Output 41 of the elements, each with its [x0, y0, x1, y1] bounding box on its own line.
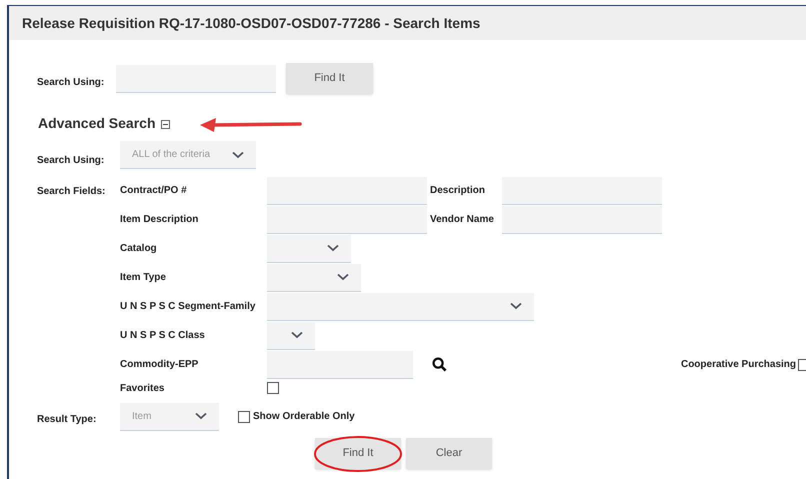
- field-label: Catalog: [120, 242, 158, 256]
- field-label: Search Using:: [37, 155, 104, 166]
- chevron-down-icon: [337, 273, 349, 281]
- field-label: Description: [429, 184, 486, 198]
- clear-button[interactable]: Clear: [406, 438, 492, 469]
- find-it-button[interactable]: Find It: [315, 438, 401, 469]
- chevron-down-icon: [327, 244, 339, 252]
- window-title: Release Requisition RQ-17-1080-OSD07-OSD07-77286 - Search Items: [22, 14, 480, 33]
- field-label: U N S P S C Class: [120, 329, 206, 343]
- field-label: Search Fields:: [37, 186, 106, 197]
- chevron-down-icon: [291, 331, 303, 339]
- dropdown[interactable]: [267, 234, 351, 262]
- search-icon[interactable]: [432, 357, 447, 372]
- text-field[interactable]: [267, 176, 427, 204]
- field-label: Commodity-EPP: [120, 358, 200, 372]
- checkbox[interactable]: [238, 410, 250, 422]
- dropdown[interactable]: [267, 264, 361, 292]
- field-label: Contract/PO #: [120, 184, 188, 198]
- field-label: Item Description: [120, 213, 200, 227]
- field-label: Cooperative Purchasing: [680, 358, 796, 372]
- chevron-down-icon: [232, 150, 244, 158]
- checkbox[interactable]: [267, 382, 279, 394]
- text-field[interactable]: [116, 64, 276, 92]
- dropdown[interactable]: [267, 322, 315, 350]
- field-label: Result Type:: [37, 414, 96, 425]
- dropdown[interactable]: [267, 292, 534, 320]
- field-label: Vendor Name: [429, 213, 495, 227]
- text-field[interactable]: [267, 206, 427, 234]
- text-field[interactable]: [267, 350, 413, 378]
- field-label: U N S P S C Segment-Family: [120, 300, 256, 314]
- section-heading: Advanced Search: [38, 114, 156, 132]
- chevron-down-icon: [195, 412, 207, 420]
- field-label: Search Using:: [37, 77, 104, 88]
- field-label: Item Type: [120, 271, 167, 285]
- find-it-button[interactable]: Find It: [286, 63, 373, 94]
- collapse-icon[interactable]: [160, 120, 170, 129]
- text-field[interactable]: [502, 206, 662, 234]
- chevron-down-icon: [510, 302, 522, 310]
- field-label: Show Orderable Only: [253, 410, 355, 424]
- field-label: Favorites: [120, 382, 166, 396]
- text-field[interactable]: [502, 176, 662, 204]
